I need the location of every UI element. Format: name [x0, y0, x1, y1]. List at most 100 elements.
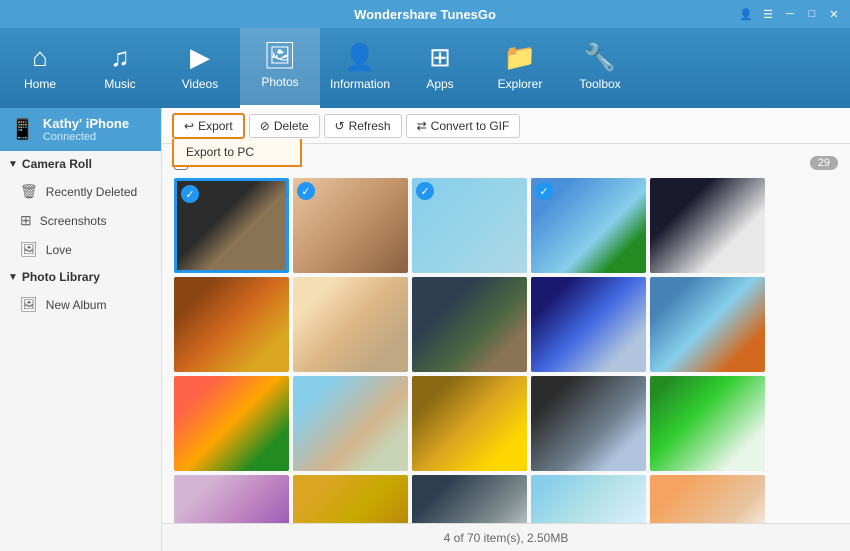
device-header: 📱 Kathy' iPhone Connected [0, 108, 161, 151]
convert-label: Convert to GIF [431, 119, 510, 133]
main-layout: 📱 Kathy' iPhone Connected ▼ Camera Roll … [0, 108, 850, 551]
photo-thumb[interactable] [650, 178, 765, 273]
nav-explorer-label: Explorer [498, 77, 543, 91]
information-icon: 👤 [344, 42, 376, 73]
photo-thumb[interactable] [650, 475, 765, 523]
sidebar-item-recently-deleted[interactable]: 🗑 Recently Deleted [0, 177, 161, 206]
device-icon: 📱 [10, 117, 35, 142]
photo-thumb[interactable]: ✓ [412, 178, 527, 273]
nav-information[interactable]: 👤 Information [320, 28, 400, 108]
photo-thumb[interactable] [293, 475, 408, 523]
minimize-button[interactable]: ─ [782, 6, 798, 22]
check-overlay: ✓ [416, 182, 434, 200]
new-album-label: New Album [46, 298, 107, 312]
camera-roll-arrow: ▼ [8, 159, 18, 170]
date-count: 29 [810, 156, 838, 170]
sidebar: 📱 Kathy' iPhone Connected ▼ Camera Roll … [0, 108, 162, 551]
user-icon[interactable]: 👤 [738, 6, 754, 22]
convert-to-gif-button[interactable]: ⇄ Convert to GIF [406, 114, 521, 138]
nav-apps-label: Apps [426, 77, 453, 91]
close-button[interactable]: ✕ [826, 6, 842, 22]
refresh-label: Refresh [349, 119, 391, 133]
photo-thumb[interactable] [293, 277, 408, 372]
nav-information-label: Information [330, 77, 390, 91]
check-overlay: ✓ [535, 182, 553, 200]
nav-toolbox[interactable]: 🔧 Toolbox [560, 28, 640, 108]
nav-explorer[interactable]: 📁 Explorer [480, 28, 560, 108]
photo-thumb[interactable] [650, 376, 765, 471]
photo-area[interactable]: 2016-08-24 29 ✓ ✓ ✓ ✓ [162, 144, 850, 523]
photo-grid: ✓ ✓ ✓ ✓ [170, 174, 842, 523]
photo-thumb[interactable] [412, 376, 527, 471]
window-controls: 👤 ☰ ─ □ ✕ [738, 6, 842, 22]
delete-button[interactable]: ⊘ Delete [249, 114, 320, 138]
love-icon: 🖼 [20, 241, 38, 258]
nav-photos[interactable]: 🖼 Photos [240, 28, 320, 108]
new-album-icon: 🖼 [20, 296, 38, 313]
photo-thumb[interactable]: ✓ [174, 178, 289, 273]
sidebar-section-photo-library[interactable]: ▼ Photo Library [0, 264, 161, 290]
maximize-button[interactable]: □ [804, 6, 820, 22]
nav-home[interactable]: ⌂ Home [0, 28, 80, 108]
photo-thumb[interactable] [412, 277, 527, 372]
title-bar: Wondershare TunesGo 👤 ☰ ─ □ ✕ [0, 0, 850, 28]
photo-thumb[interactable] [412, 475, 527, 523]
photo-thumb[interactable] [174, 277, 289, 372]
sidebar-section-camera-roll[interactable]: ▼ Camera Roll [0, 151, 161, 177]
refresh-button[interactable]: ↺ Refresh [324, 114, 402, 138]
photo-thumb[interactable] [650, 277, 765, 372]
music-icon: ♫ [110, 42, 130, 73]
photo-thumb[interactable] [293, 376, 408, 471]
apps-icon: ⊞ [429, 42, 451, 73]
export-button[interactable]: ↩ Export [172, 113, 245, 139]
nav-apps[interactable]: ⊞ Apps [400, 28, 480, 108]
delete-label: Delete [274, 119, 309, 133]
photo-thumb[interactable] [174, 376, 289, 471]
convert-icon: ⇄ [417, 119, 427, 133]
menu-icon[interactable]: ☰ [760, 6, 776, 22]
nav-music-label: Music [104, 77, 135, 91]
app-title: Wondershare TunesGo [354, 7, 496, 22]
nav-videos-label: Videos [182, 77, 218, 91]
nav-toolbox-label: Toolbox [579, 77, 620, 91]
nav-home-label: Home [24, 77, 56, 91]
photo-library-arrow: ▼ [8, 272, 18, 283]
photo-thumb[interactable] [531, 376, 646, 471]
status-bar: 4 of 70 item(s), 2.50MB [162, 523, 850, 551]
home-icon: ⌂ [32, 42, 48, 73]
export-to-pc-item[interactable]: Export to PC [174, 139, 300, 165]
videos-icon: ▶ [190, 42, 210, 73]
check-overlay: ✓ [181, 185, 199, 203]
recently-deleted-label: Recently Deleted [46, 185, 137, 199]
photo-thumb[interactable]: ✓ [293, 178, 408, 273]
nav-music[interactable]: ♫ Music [80, 28, 160, 108]
sidebar-item-love[interactable]: 🖼 Love [0, 235, 161, 264]
photos-icon: 🖼 [263, 40, 296, 71]
nav-photos-label: Photos [261, 75, 298, 89]
photo-thumb[interactable]: ✓ [531, 178, 646, 273]
camera-roll-label: Camera Roll [22, 157, 92, 171]
refresh-icon: ↺ [335, 119, 345, 133]
export-dropdown: Export to PC [172, 139, 302, 167]
export-wrapper: ↩ Export Export to PC [172, 113, 245, 139]
toolbar: ↩ Export Export to PC ⊘ Delete ↺ Refresh… [162, 108, 850, 144]
love-label: Love [46, 243, 72, 257]
photo-thumb[interactable] [531, 277, 646, 372]
sidebar-item-new-album[interactable]: 🖼 New Album [0, 290, 161, 319]
photo-thumb[interactable] [174, 475, 289, 523]
photo-thumb[interactable] [531, 475, 646, 523]
status-text: 4 of 70 item(s), 2.50MB [444, 531, 569, 545]
sidebar-item-screenshots[interactable]: ⊞ Screenshots [0, 206, 161, 235]
content-area: ↩ Export Export to PC ⊘ Delete ↺ Refresh… [162, 108, 850, 551]
trash-icon: 🗑 [20, 183, 38, 200]
toolbox-icon: 🔧 [584, 42, 616, 73]
export-icon: ↩ [184, 119, 194, 133]
device-name: Kathy' iPhone [43, 116, 129, 131]
screenshots-icon: ⊞ [20, 212, 32, 229]
device-info: Kathy' iPhone Connected [43, 116, 129, 143]
delete-icon: ⊘ [260, 119, 270, 133]
nav-videos[interactable]: ▶ Videos [160, 28, 240, 108]
device-status: Connected [43, 131, 129, 143]
export-label: Export [198, 119, 233, 133]
screenshots-label: Screenshots [40, 214, 107, 228]
